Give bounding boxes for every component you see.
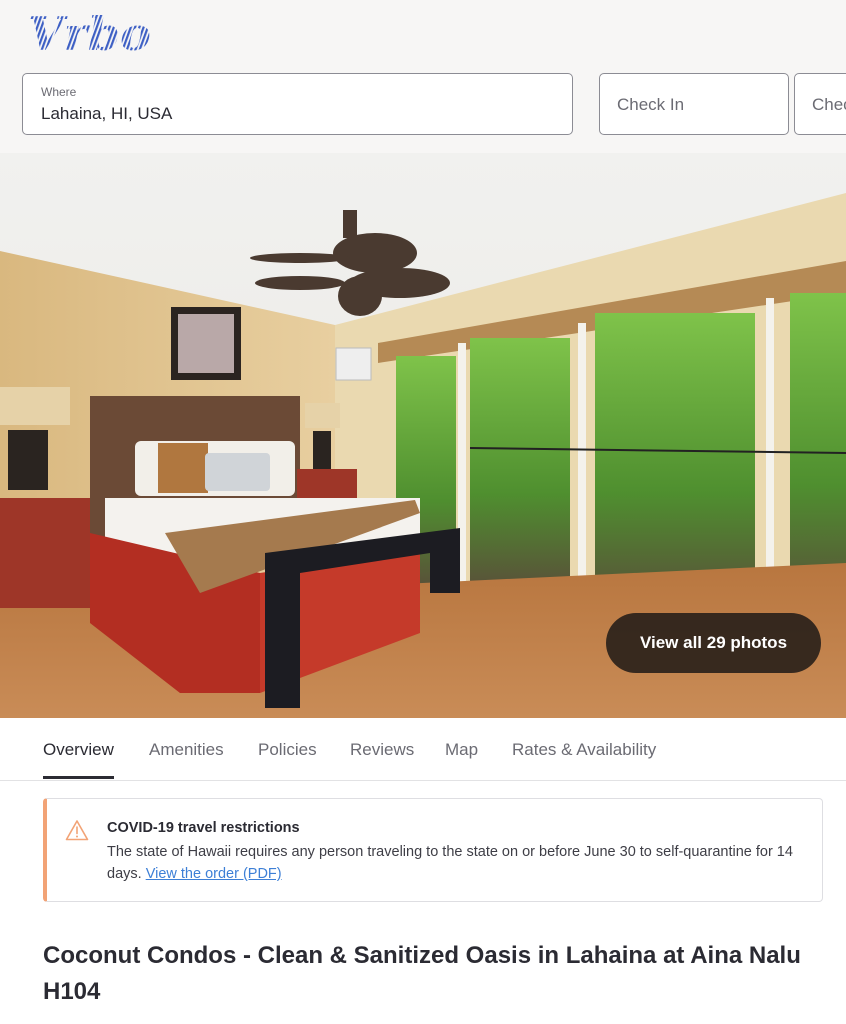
- tab-map[interactable]: Map: [445, 740, 478, 760]
- tab-rates-availability[interactable]: Rates & Availability: [512, 740, 656, 760]
- vrbo-logo[interactable]: Vrbo: [26, 8, 166, 58]
- tab-amenities[interactable]: Amenities: [149, 740, 224, 760]
- hero-photo[interactable]: View all 29 photos: [0, 153, 846, 718]
- active-tab-indicator: [43, 776, 114, 779]
- view-order-pdf-link[interactable]: View the order (PDF): [146, 866, 282, 882]
- where-field[interactable]: Where Lahaina, HI, USA: [22, 73, 573, 135]
- check-in-placeholder: Check In: [617, 95, 685, 114]
- alert-body: The state of Hawaii requires any person …: [107, 841, 807, 885]
- alert-title: COVID-19 travel restrictions: [107, 820, 300, 836]
- check-in-field[interactable]: Check In: [599, 73, 789, 135]
- logo-text: Vrbo: [28, 8, 151, 58]
- where-input[interactable]: Lahaina, HI, USA: [41, 104, 172, 124]
- tab-policies[interactable]: Policies: [258, 740, 317, 760]
- check-out-field[interactable]: Check Out: [794, 73, 846, 135]
- tab-reviews[interactable]: Reviews: [350, 740, 414, 760]
- site-header: Vrbo Where Lahaina, HI, USA Check In Che…: [0, 0, 846, 153]
- where-label: Where: [41, 85, 77, 99]
- view-all-photos-button[interactable]: View all 29 photos: [606, 613, 821, 673]
- listing-title: Coconut Condos - Clean & Sanitized Oasis…: [43, 942, 801, 1005]
- check-out-placeholder: Check Out: [812, 95, 846, 114]
- warning-icon: [65, 820, 89, 841]
- tab-overview[interactable]: Overview: [43, 740, 114, 760]
- covid-alert: COVID-19 travel restrictions The state o…: [43, 798, 823, 902]
- listing-tabs: Overview Amenities Policies Reviews Map …: [0, 718, 846, 781]
